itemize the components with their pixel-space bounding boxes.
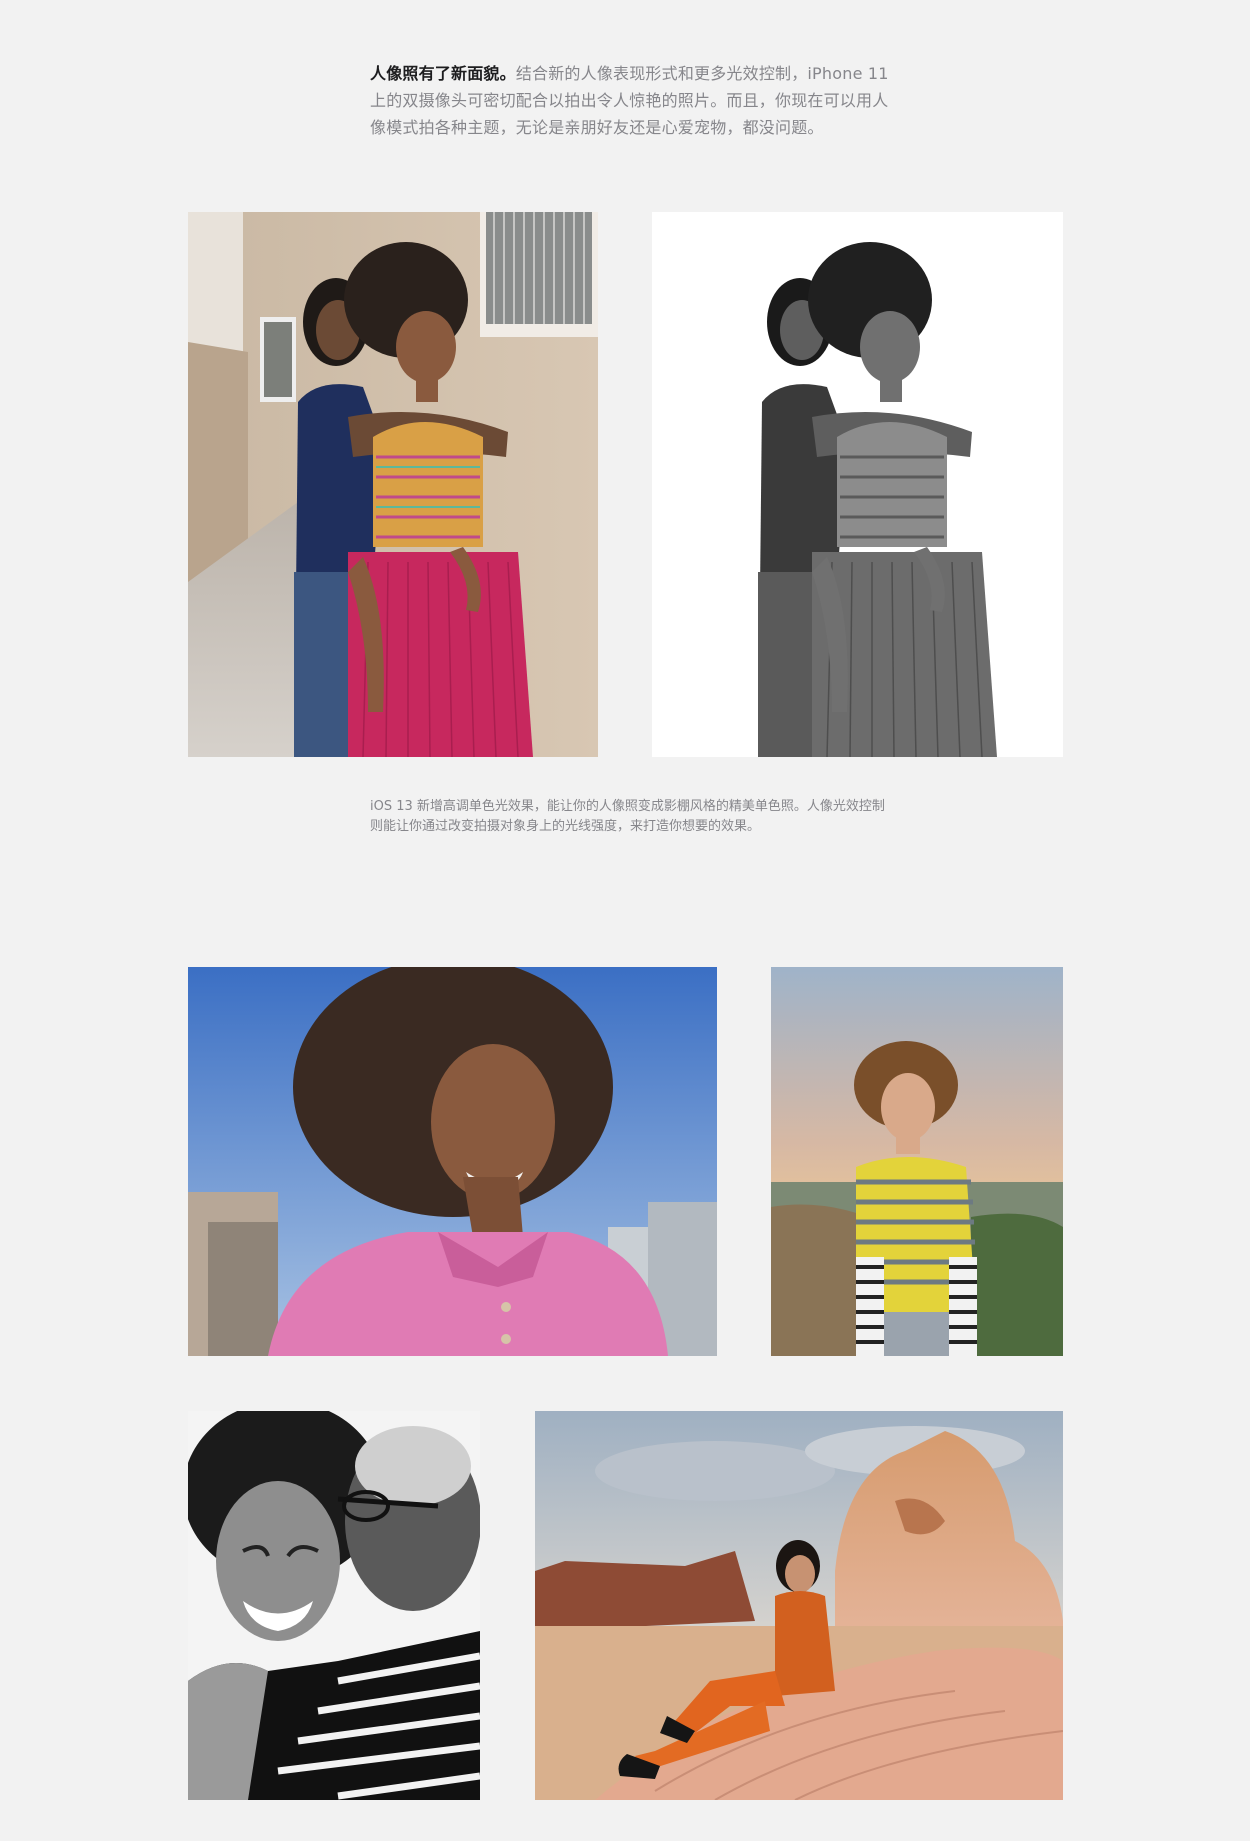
intro-paragraph: 人像照有了新面貌。结合新的人像表现形式和更多光效控制，iPhone 11 上的双… <box>370 60 890 141</box>
grandparent-kiss-mono-photo <box>188 1411 480 1800</box>
woman-pink-shirt-city-photo <box>188 967 717 1356</box>
couple-street-color-photo <box>188 212 598 757</box>
intro-lead: 人像照有了新面貌。 <box>370 64 516 83</box>
woman-desert-rocks-photo <box>535 1411 1063 1800</box>
man-yellow-sweater-sunset-photo <box>771 967 1063 1356</box>
couple-high-key-mono-photo <box>652 212 1063 757</box>
portrait-lighting-caption: iOS 13 新增高调单色光效果，能让你的人像照变成影棚风格的精美单色照。人像光… <box>370 799 885 834</box>
